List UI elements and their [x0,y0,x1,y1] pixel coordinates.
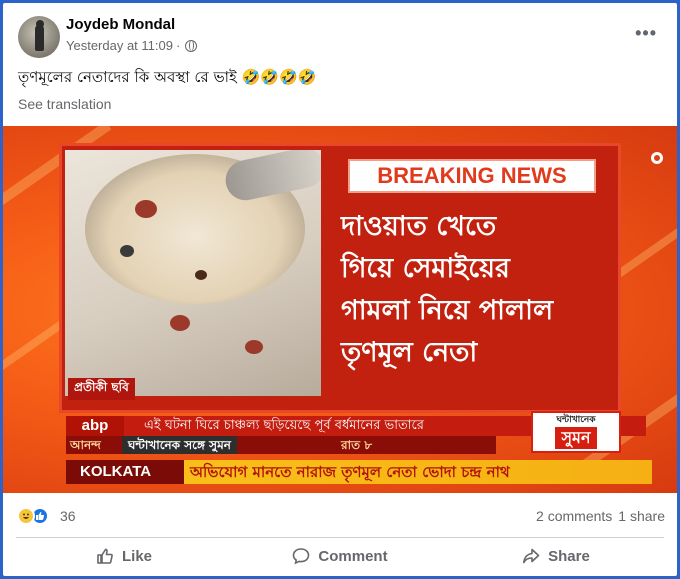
location-label: KOLKATA [66,460,184,484]
engagement-stats: 2 comments 1 share [536,508,665,524]
like-icon [96,547,114,565]
comment-label: Comment [318,547,388,565]
raisin [120,245,134,257]
show-time: রাত ৮ [341,438,373,452]
ticker-top-text: এই ঘটনা ঘিরে চাঞ্চল্য ছড়িয়েছে পূর্ব বর… [144,418,424,433]
meta-separator: · [175,38,181,53]
comment-icon [292,547,310,565]
action-divider [16,537,664,538]
ticker-show: আনন্দ ঘন্টাখানেক সঙ্গে সুমন রাত ৮ [66,436,496,454]
reactions-summary[interactable]: 36 [17,507,76,525]
share-icon [522,547,540,565]
avatar-figure-body [35,25,44,51]
share-label: Share [548,547,590,565]
breaking-news-banner: BREAKING NEWS [348,159,596,193]
post-image[interactable]: প্রতীকী ছবি BREAKING NEWS দাওয়াত খেতে গ… [3,126,677,493]
raisin [195,270,207,280]
show-name: ঘন্টাখানেক সঙ্গে সুমন [122,436,237,454]
post-actions: Like Comment Share [16,541,664,571]
news-photo [65,150,321,396]
show-logo-top: ঘন্টাখানেক [556,415,596,425]
raisin [245,340,263,354]
more-options-button[interactable]: ••• [635,23,657,44]
show-logo: ঘন্টাখানেক সুমন [531,411,621,453]
ticker-bottom-text: অভিযোগ মানতে নারাজ তৃণমূল নেতা ভোদা চন্দ… [190,463,510,481]
reaction-count: 36 [60,508,76,524]
photo-caption: প্রতীকী ছবি [68,378,135,400]
comment-button[interactable]: Comment [232,541,448,571]
headline-line: গামলা নিয়ে পালাল [341,295,554,326]
channel-logo: abp [66,416,124,436]
post-timestamp[interactable]: Yesterday at 11:09 [66,38,173,53]
raisin [135,200,157,218]
channel-watermark-icon [651,152,663,164]
headline-line: গিয়ে সেমাইয়ের [341,253,510,284]
headline-line: তৃণমূল নেতা [341,337,478,368]
channel-sub-logo: আনন্দ [70,438,101,452]
headline-line: দাওয়াত খেতে [341,211,497,242]
haha-reaction-icon [17,507,35,525]
share-button[interactable]: Share [448,541,664,571]
author-name[interactable]: Joydeb Mondal [66,16,175,33]
news-headline: দাওয়াত খেতে গিয়ে সেমাইয়ের গামলা নিয়ে… [341,206,611,374]
like-label: Like [121,547,152,565]
shares-count-link[interactable]: 1 share [618,508,665,524]
author-avatar[interactable] [18,16,60,58]
post-card: Joydeb Mondal Yesterday at 11:09 · ••• ত… [3,3,677,576]
like-button[interactable]: Like [16,541,232,571]
see-translation-link[interactable]: See translation [18,96,111,112]
show-logo-main: সুমন [555,427,597,449]
raisin [170,315,190,331]
post-text: তৃণমূলের নেতাদের কি অবস্থা রে ভাই 🤣🤣🤣🤣 [18,68,317,86]
comments-count-link[interactable]: 2 comments [536,508,612,524]
ticker-bottom: KOLKATA অভিযোগ মানতে নারাজ তৃণমূল নেতা ভ… [66,460,652,484]
post-meta: Yesterday at 11:09 · [66,38,198,53]
globe-icon[interactable] [185,39,198,52]
